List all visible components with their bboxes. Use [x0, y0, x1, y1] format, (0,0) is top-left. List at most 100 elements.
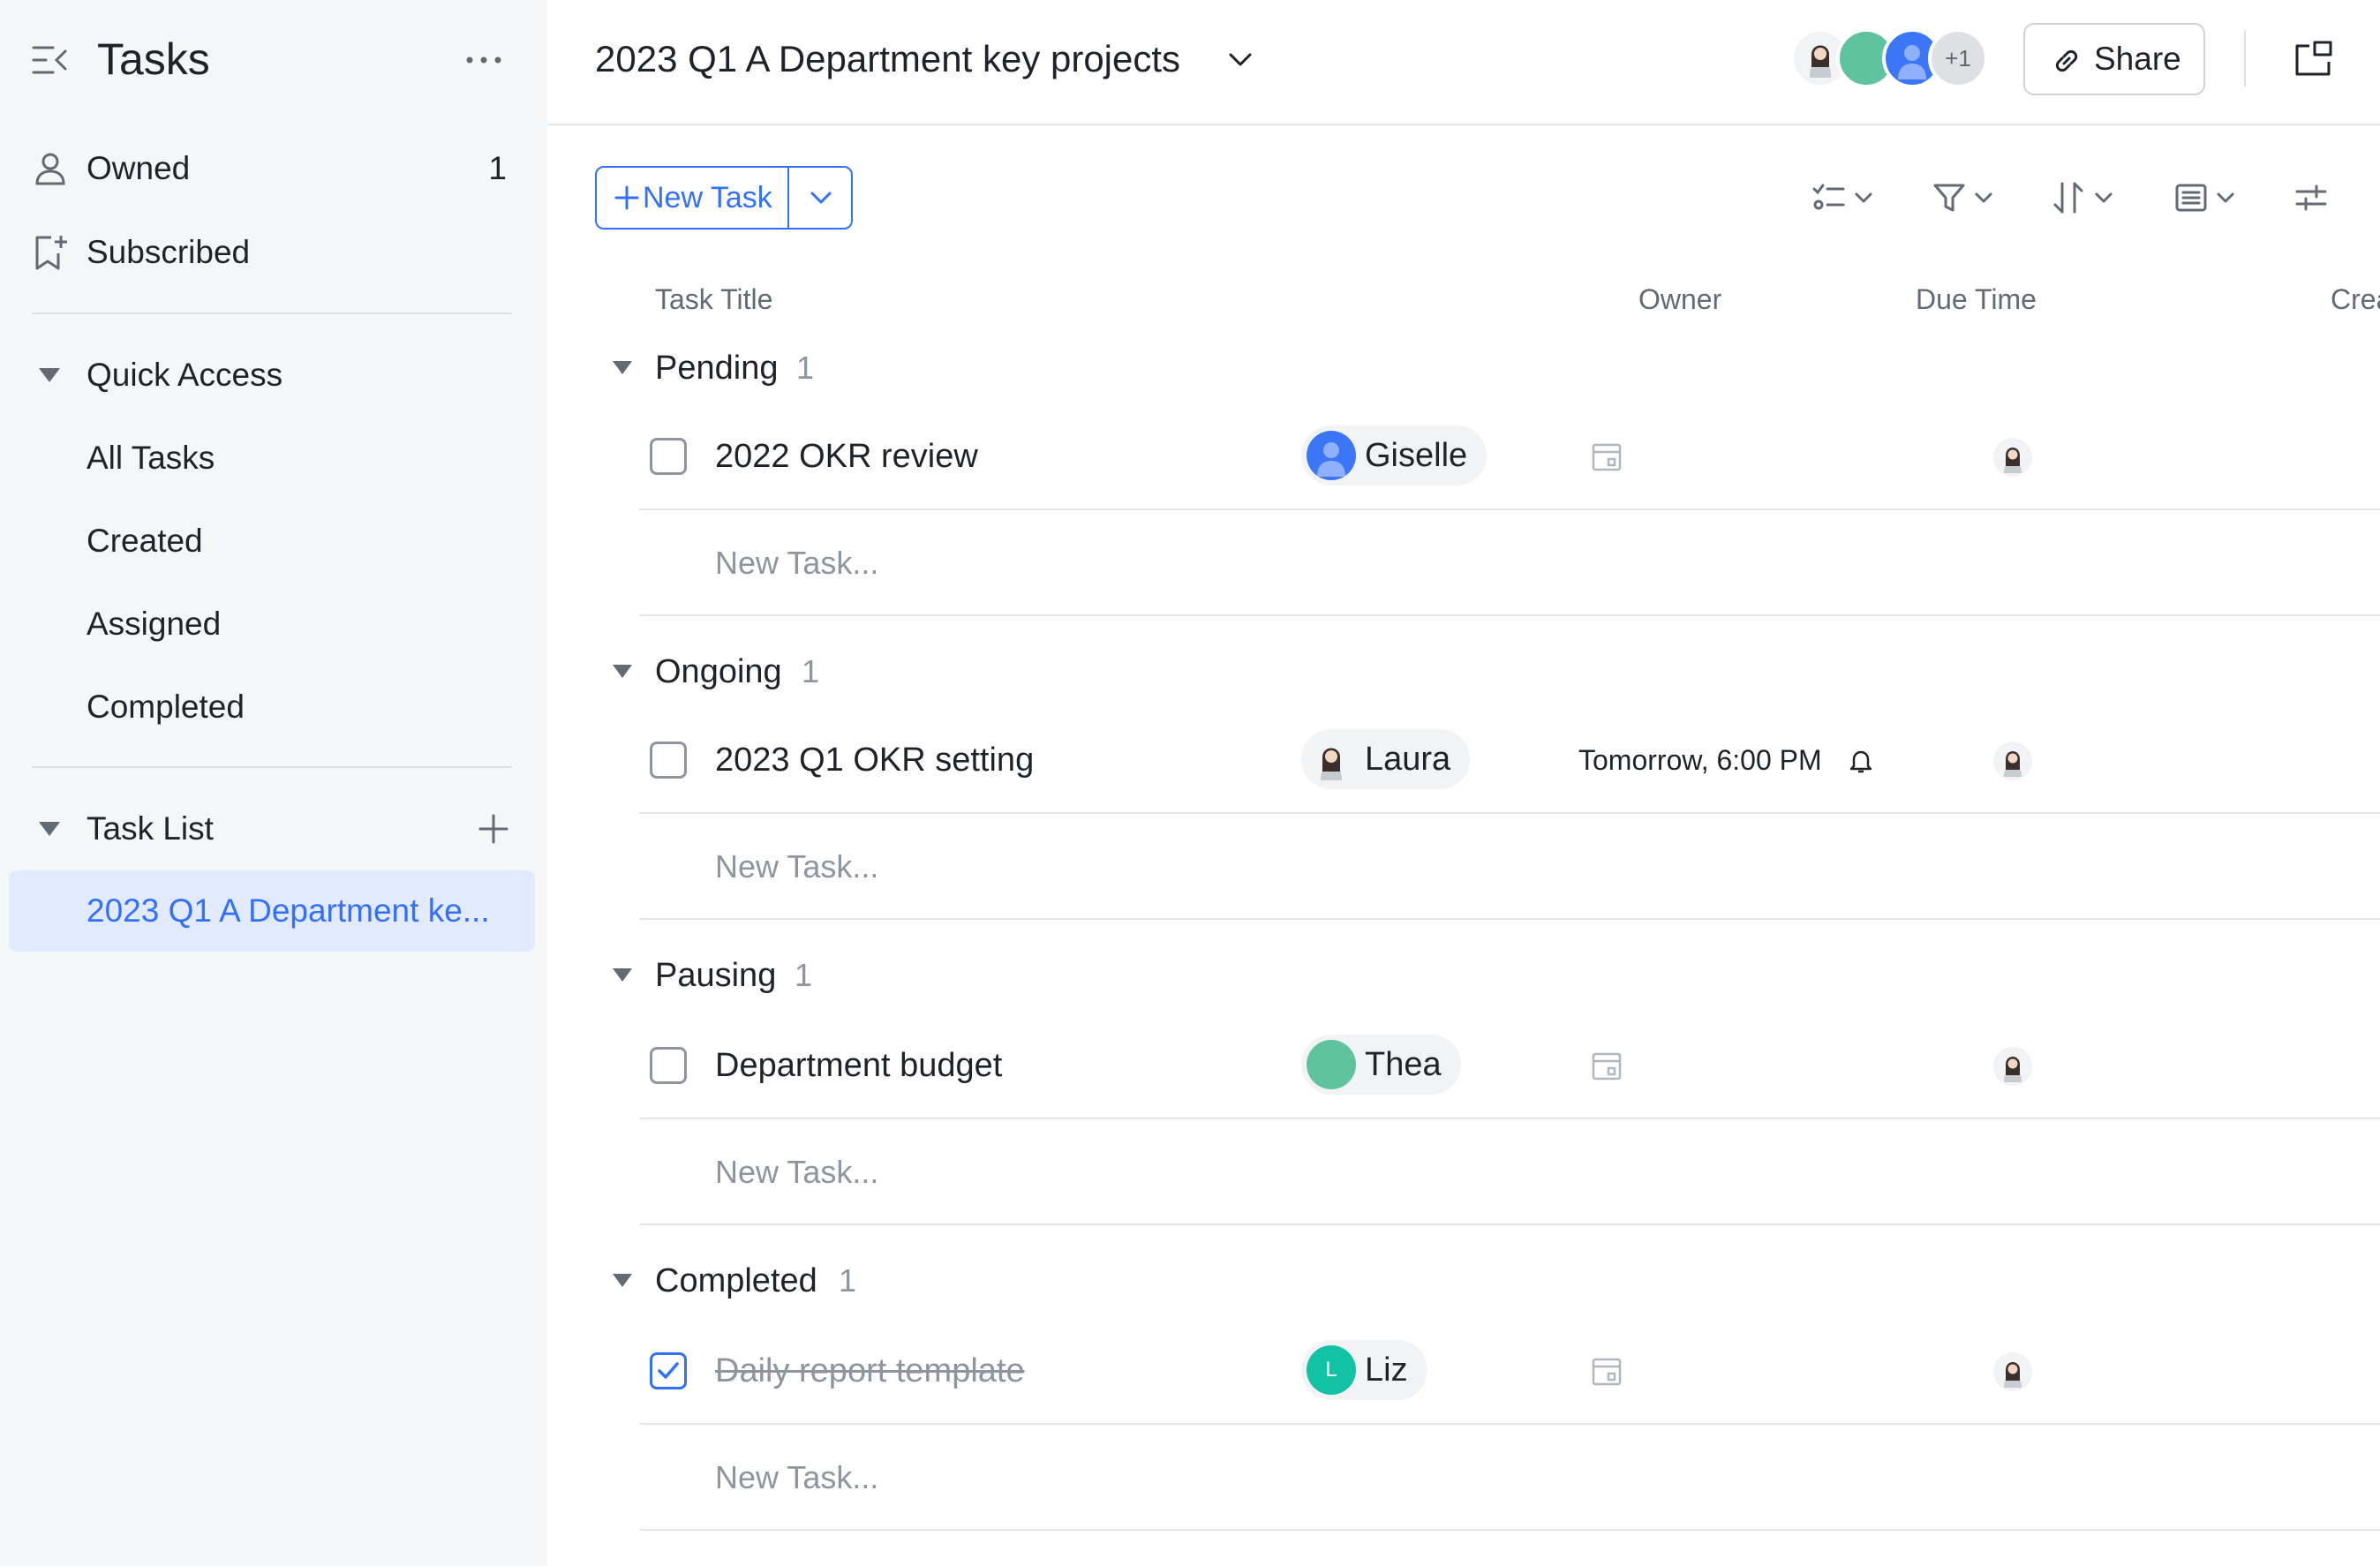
owner-name: Giselle: [1365, 437, 1468, 474]
calendar-icon[interactable]: [1591, 441, 1623, 473]
task-title[interactable]: Department budget: [715, 1012, 1002, 1119]
more-members-badge[interactable]: +1: [1928, 28, 1988, 88]
sidebar-item-label: Assigned: [87, 606, 222, 642]
group-header-completed[interactable]: Completed 1: [547, 1246, 2380, 1317]
top-bar: 2023 Q1 A Department key projects +1 Sha…: [547, 0, 2380, 125]
new-task-button[interactable]: New Task: [597, 168, 787, 228]
new-task-dropdown-button[interactable]: [789, 168, 853, 228]
task-checkbox[interactable]: [650, 742, 687, 779]
filter-button[interactable]: [1932, 177, 1997, 219]
new-task-placeholder[interactable]: New Task...: [715, 1425, 878, 1531]
sidebar-item-all-tasks[interactable]: All Tasks: [11, 418, 533, 498]
new-task-label: New Task: [643, 181, 772, 215]
sidebar-item-label: All Tasks: [87, 440, 215, 476]
sidebar-divider: [32, 766, 512, 768]
share-label: Share: [2094, 41, 2181, 77]
new-task-row[interactable]: New Task...: [639, 1119, 2380, 1225]
group-header-ongoing[interactable]: Ongoing 1: [547, 637, 2380, 708]
creator-avatar: [1993, 1352, 2032, 1391]
due-time[interactable]: Tomorrow, 6:00 PM: [1578, 706, 1822, 814]
sidebar-item-label: Subscribed: [87, 234, 251, 270]
task-title[interactable]: Daily report template: [715, 1317, 1025, 1425]
column-header-creator[interactable]: Crea: [2331, 281, 2380, 318]
task-checkbox-checked[interactable]: [650, 1352, 687, 1389]
plus-icon: [614, 185, 639, 210]
task-checkbox[interactable]: [650, 1047, 687, 1084]
check-icon: [658, 1362, 679, 1379]
new-task-row[interactable]: New Task...: [639, 814, 2380, 920]
sort-button[interactable]: [2052, 177, 2117, 219]
owner-chip[interactable]: Laura: [1301, 729, 1471, 789]
sidebar-item-completed[interactable]: Completed: [11, 667, 533, 747]
collapse-sidebar-icon[interactable]: [32, 42, 71, 78]
more-icon[interactable]: [463, 42, 505, 78]
new-task-row[interactable]: New Task...: [639, 1425, 2380, 1531]
group-header-pending[interactable]: Pending 1: [547, 334, 2380, 404]
chevron-down-icon: [1974, 191, 1993, 205]
collapse-triangle-icon[interactable]: [611, 358, 634, 376]
task-list-label: Task List: [87, 810, 214, 847]
task-title[interactable]: 2022 OKR review: [715, 403, 978, 510]
sort-icon: [2052, 180, 2087, 215]
table-row[interactable]: 2022 OKR review Giselle: [639, 403, 2380, 510]
avatar: [1307, 431, 1356, 480]
person-icon: [32, 150, 69, 187]
collapse-triangle-icon[interactable]: [37, 365, 62, 385]
table-row[interactable]: 2023 Q1 OKR setting Laura Tomorrow, 6:00…: [639, 706, 2380, 814]
sidebar-item-label: Owned: [87, 150, 191, 186]
settings-button[interactable]: [2293, 177, 2332, 219]
group-header-pausing[interactable]: Pausing 1: [547, 941, 2380, 1012]
sidebar-item-label: 2023 Q1 A Department ke...: [87, 892, 490, 929]
group-by-button[interactable]: [1811, 177, 1877, 219]
sidebar-title: Tasks: [97, 34, 210, 84]
task-checkbox[interactable]: [650, 438, 687, 475]
share-button[interactable]: Share: [2023, 23, 2205, 95]
sidebar-item-label: Completed: [87, 689, 245, 725]
sidebar-item-assigned[interactable]: Assigned: [11, 584, 533, 664]
calendar-icon[interactable]: [1591, 1356, 1623, 1388]
view-button[interactable]: [2173, 177, 2239, 219]
owner-chip[interactable]: L Liz: [1301, 1340, 1427, 1400]
chevron-down-icon: [2094, 191, 2113, 205]
avatar: [1307, 734, 1356, 784]
quick-access-section[interactable]: Quick Access: [11, 335, 533, 415]
add-task-list-icon[interactable]: [477, 812, 510, 846]
new-task-row[interactable]: New Task...: [639, 510, 2380, 616]
new-task-placeholder[interactable]: New Task...: [715, 510, 878, 616]
owner-chip[interactable]: Giselle: [1301, 425, 1488, 486]
collapse-triangle-icon[interactable]: [611, 966, 634, 983]
table-row[interactable]: Daily report template L Liz: [639, 1317, 2380, 1425]
group-name: Pending: [655, 350, 779, 387]
member-avatars[interactable]: +1: [1790, 28, 2002, 88]
task-list-section[interactable]: Task List: [11, 789, 533, 869]
column-header-task-title[interactable]: Task Title: [655, 281, 772, 318]
new-task-placeholder[interactable]: New Task...: [715, 1119, 878, 1225]
open-in-new-window-icon[interactable]: [2293, 39, 2334, 78]
table-row[interactable]: Department budget Thea: [639, 1012, 2380, 1119]
column-header-owner[interactable]: Owner: [1638, 281, 1721, 318]
collapse-triangle-icon[interactable]: [611, 1271, 634, 1289]
sidebar-header: Tasks: [0, 0, 547, 120]
sidebar-divider: [32, 312, 512, 314]
chevron-down-icon[interactable]: [1225, 44, 1255, 74]
list-view-icon: [2173, 180, 2209, 215]
sidebar-item-task-list-active[interactable]: 2023 Q1 A Department ke...: [9, 870, 535, 952]
collapse-triangle-icon[interactable]: [37, 819, 62, 839]
filter-icon: [1932, 180, 1967, 215]
collapse-triangle-icon[interactable]: [611, 662, 634, 680]
page-title[interactable]: 2023 Q1 A Department key projects: [595, 32, 1180, 87]
sidebar-item-owned[interactable]: Owned 1: [11, 129, 533, 208]
group-name: Completed: [655, 1262, 817, 1299]
new-task-placeholder[interactable]: New Task...: [715, 814, 878, 920]
chevron-down-icon: [1854, 191, 1873, 205]
owner-chip[interactable]: Thea: [1301, 1035, 1461, 1095]
task-title[interactable]: 2023 Q1 OKR setting: [715, 706, 1034, 814]
chevron-down-icon: [2216, 191, 2235, 205]
sidebar-item-subscribed[interactable]: Subscribed: [11, 213, 533, 292]
calendar-icon[interactable]: [1591, 1050, 1623, 1082]
column-header-due-time[interactable]: Due Time: [1916, 281, 2037, 318]
avatar: L: [1307, 1345, 1356, 1395]
sidebar-item-created[interactable]: Created: [11, 501, 533, 581]
owner-name: Thea: [1365, 1046, 1442, 1083]
group-count: 1: [796, 350, 815, 386]
